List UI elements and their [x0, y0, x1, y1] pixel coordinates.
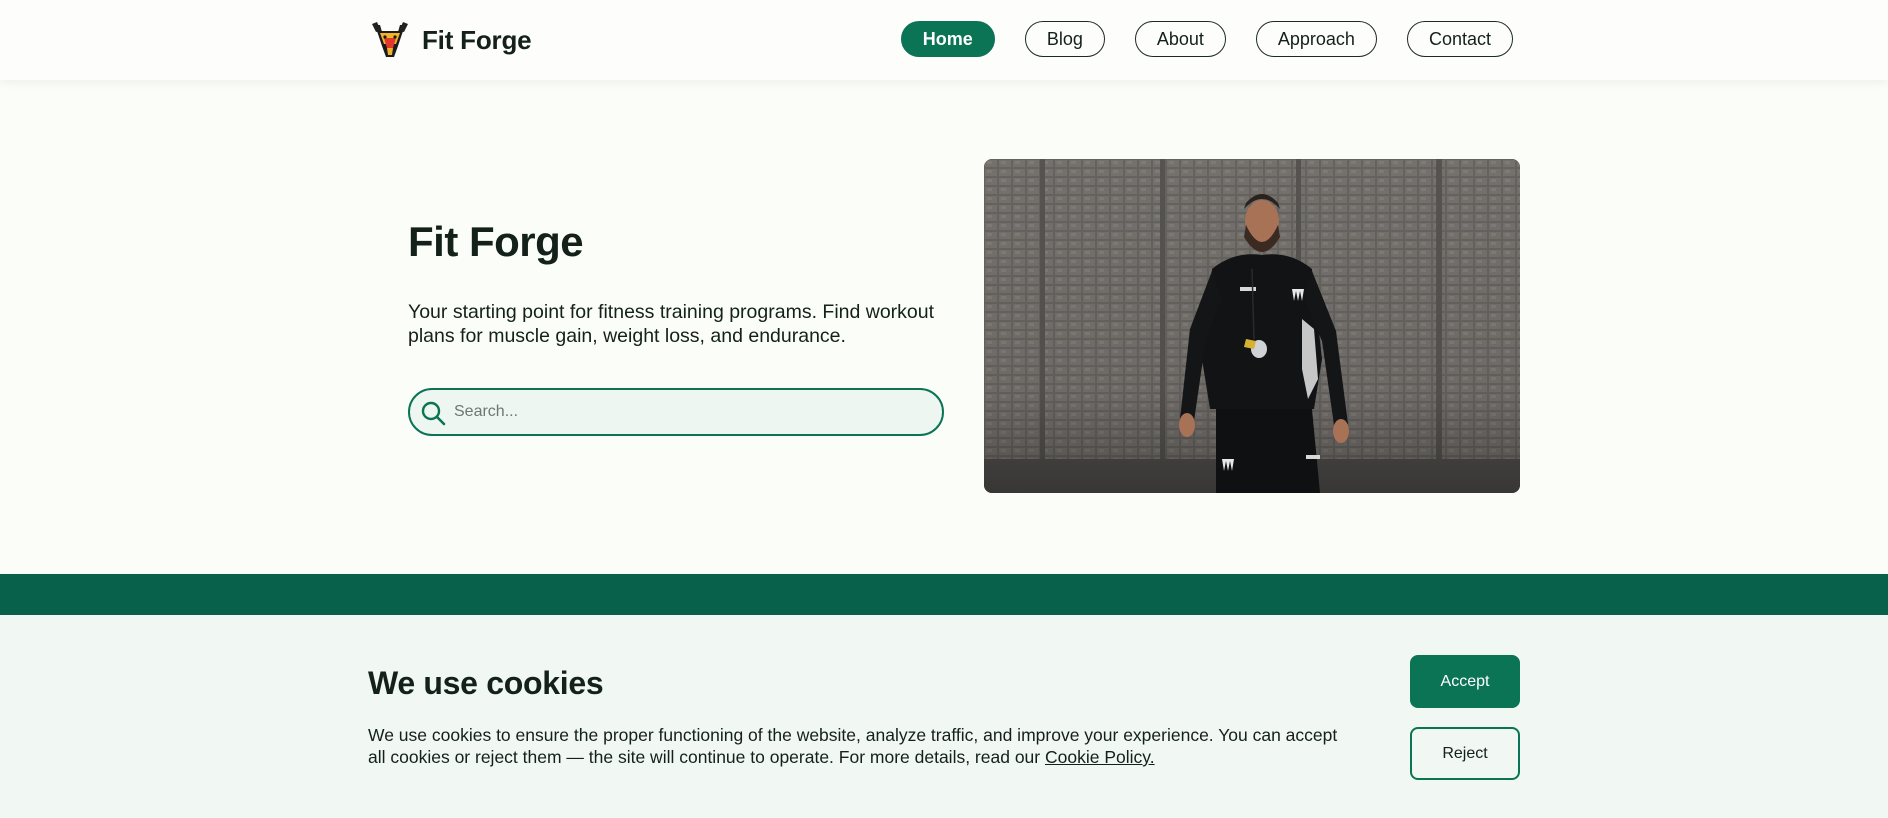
search-box [408, 388, 944, 436]
bull-head-logo-icon [372, 22, 408, 57]
accept-cookies-button[interactable]: Accept [1410, 655, 1520, 708]
hero-photo-image [984, 159, 1520, 493]
cookie-text: We use cookies to ensure the proper func… [368, 724, 1348, 768]
hero-photo [984, 159, 1520, 493]
site-header: Fit Forge Home Blog About Approach Conta… [0, 0, 1888, 80]
hero-subtitle: Your starting point for fitness training… [408, 301, 935, 347]
nav-contact[interactable]: Contact [1406, 21, 1513, 57]
hero-title: Fit Forge [408, 218, 584, 265]
brand-name: Fit Forge [422, 24, 532, 55]
cookie-body-text: We use cookies to ensure the proper func… [368, 725, 1338, 767]
main-nav: Home Blog About Approach Contact [900, 21, 1513, 57]
green-band [0, 574, 1888, 616]
nav-about[interactable]: About [1134, 21, 1226, 57]
search-input[interactable] [454, 396, 924, 428]
cookie-title: We use cookies [368, 665, 604, 701]
brand-home-link[interactable]: Fit Forge [370, 20, 532, 60]
nav-blog[interactable]: Blog [1024, 21, 1105, 57]
reject-cookies-button[interactable]: Reject [1410, 727, 1520, 780]
nav-home[interactable]: Home [900, 21, 995, 57]
cookie-banner: We use cookies We use cookies to ensure … [0, 615, 1888, 818]
search-icon[interactable] [420, 400, 446, 426]
cookie-policy-link[interactable]: Cookie Policy. [1045, 747, 1155, 767]
nav-approach[interactable]: Approach [1255, 21, 1377, 57]
